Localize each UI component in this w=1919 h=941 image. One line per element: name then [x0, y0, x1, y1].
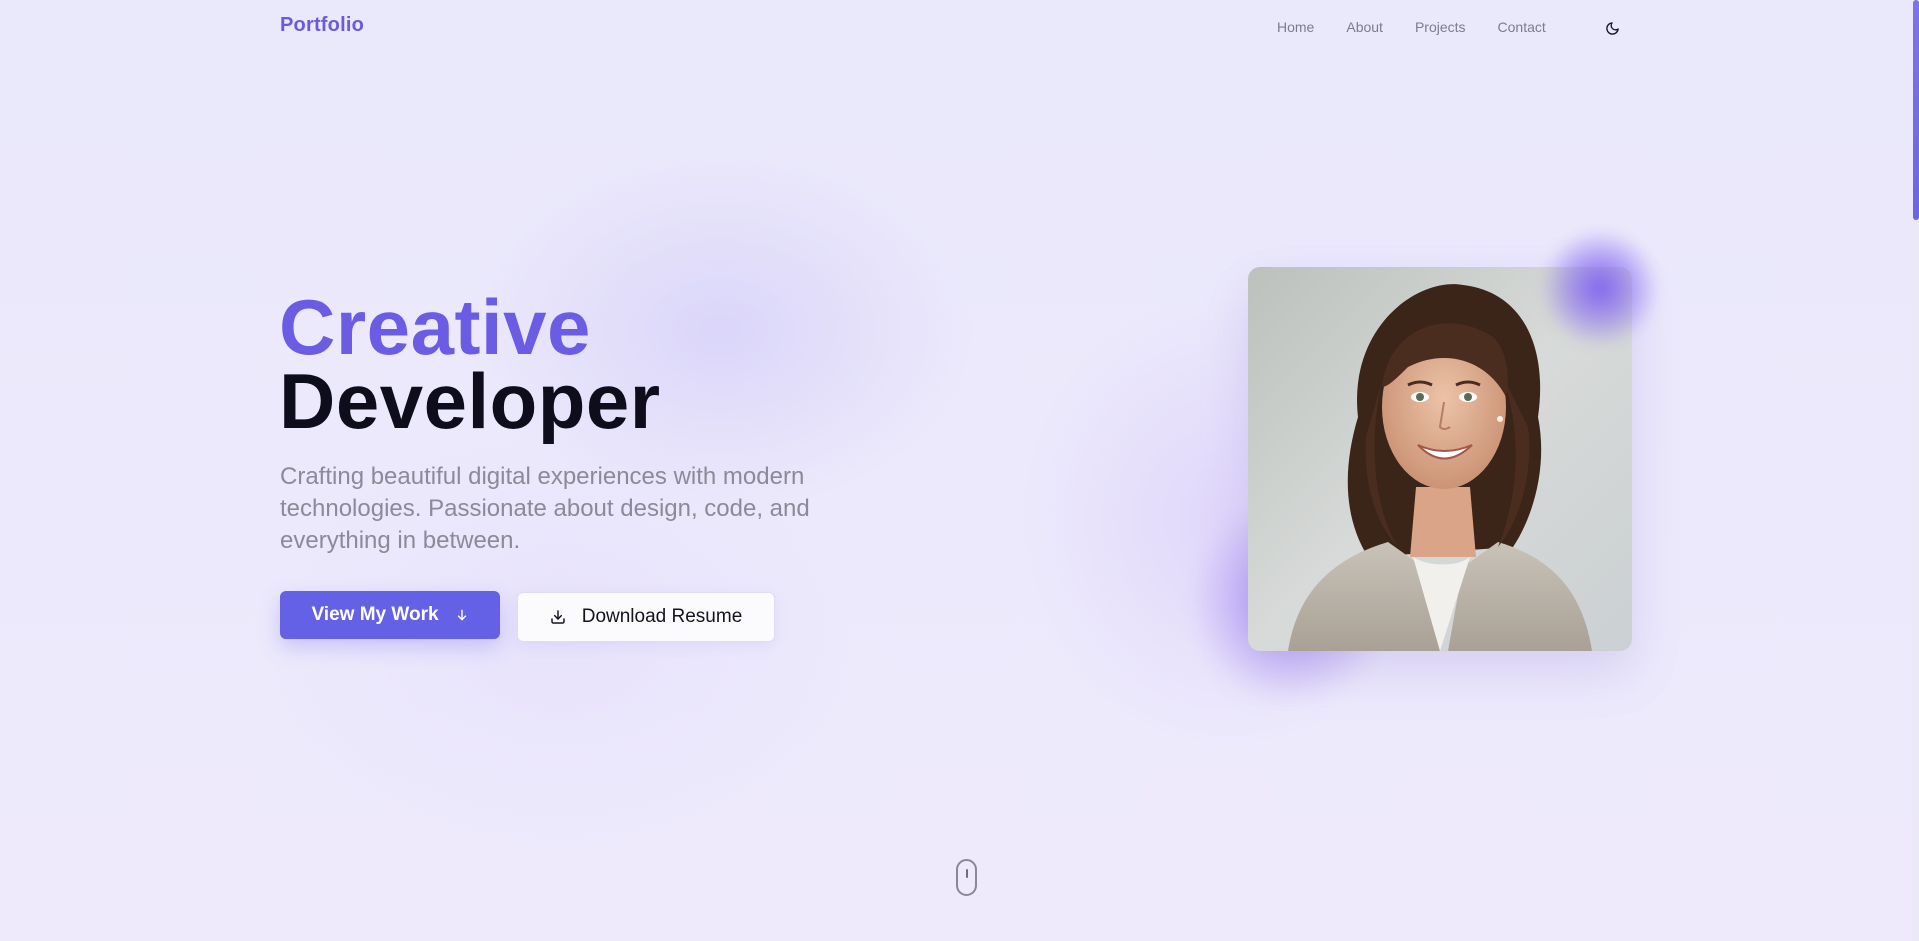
nav-link-projects[interactable]: Projects — [1415, 19, 1466, 35]
nav-link-home[interactable]: Home — [1277, 19, 1314, 35]
decorative-glow-top — [1540, 228, 1660, 348]
download-resume-button[interactable]: Download Resume — [517, 592, 775, 642]
nav-link-contact[interactable]: Contact — [1498, 19, 1546, 35]
hero-title-creative: Creative — [279, 283, 591, 371]
scrollbar-thumb[interactable] — [1913, 0, 1919, 220]
arrow-down-icon — [457, 609, 466, 621]
top-nav: Portfolio Home About Projects Contact — [0, 0, 1912, 56]
brand-logo[interactable]: Portfolio — [280, 14, 364, 37]
hero-title: Creative Developer — [279, 283, 661, 445]
view-my-work-label: View My Work — [311, 604, 439, 625]
page-scrollbar[interactable] — [1912, 0, 1919, 941]
nav-link-about[interactable]: About — [1346, 19, 1383, 35]
nav-links: Home About Projects Contact — [1277, 19, 1546, 35]
moon-icon — [1605, 21, 1619, 35]
view-my-work-button[interactable]: View My Work — [280, 591, 500, 639]
download-resume-label: Download Resume — [581, 606, 743, 627]
theme-toggle-button[interactable] — [1601, 17, 1623, 39]
mouse-scroll-icon[interactable] — [956, 859, 977, 896]
mouse-wheel — [966, 869, 968, 878]
hero-title-developer: Developer — [279, 357, 661, 445]
hero-description: Crafting beautiful digital experiences w… — [280, 463, 810, 554]
download-icon — [551, 610, 565, 624]
